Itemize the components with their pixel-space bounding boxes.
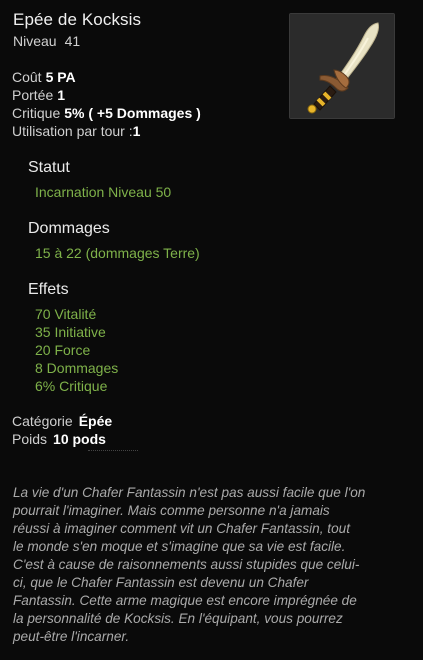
cost-value: 5 PA — [45, 69, 76, 85]
description-line: le monde s'en moque et s'imagine que sa … — [13, 539, 346, 554]
level-label: Niveau — [13, 33, 57, 49]
range-value: 1 — [57, 87, 66, 103]
status-item: Incarnation Niveau 50 — [35, 184, 172, 200]
category-row: Catégorie Épée — [12, 412, 112, 430]
item-tooltip-panel: Epée de Kocksis Niveau 41 Coût 5 PA Portée… — [0, 0, 423, 660]
description-line: C'est à cause de raisonnements aussi stu… — [13, 557, 360, 572]
level-value: 41 — [64, 33, 81, 49]
item-description: La vie d'un Chafer Fantassin n'est pas a… — [13, 484, 409, 646]
description-line: peut-être l'incarner. — [13, 629, 130, 644]
effects-list: 70 Vitalité 35 Initiative 20 Force 8 Dom… — [35, 305, 118, 395]
status-section-title: Statut — [28, 159, 70, 176]
weight-label: Poids — [12, 431, 48, 447]
category-label: Catégorie — [12, 413, 73, 429]
item-stats: Coût 5 PA Portée 1 Critique 5% ( +5 Dommage… — [12, 68, 201, 140]
stat-range: Portée 1 — [12, 86, 201, 104]
description-line: la personnalité de Kocksis. En l'équipan… — [13, 611, 343, 626]
item-level: Niveau 41 — [13, 33, 80, 49]
category-value: Épée — [78, 413, 113, 429]
weight-value: 10 pods — [53, 431, 106, 447]
item-image-frame — [289, 13, 395, 119]
range-label: Portée — [12, 87, 54, 103]
stat-uses-per-turn: Utilisation par tour :1 — [12, 122, 201, 140]
item-name: Epée de Kocksis — [13, 10, 142, 29]
effects-section-title: Effets — [28, 281, 69, 298]
stat-critical: Critique 5% ( +5 Dommages ) — [12, 104, 201, 122]
description-line: Fantassin. Cette arme magique est encore… — [13, 593, 357, 608]
effect-item: 35 Initiative — [35, 324, 106, 340]
critical-value: 5% ( +5 Dommages ) — [64, 105, 201, 121]
divider — [88, 450, 138, 453]
stat-cost: Coût 5 PA — [12, 68, 201, 86]
cost-label: Coût — [12, 69, 42, 85]
description-line: La vie d'un Chafer Fantassin n'est pas a… — [13, 485, 366, 500]
description-line: réussi à imaginer comment vit un Chafer … — [13, 521, 350, 536]
uses-label: Utilisation par tour : — [12, 123, 133, 139]
effect-item: 8 Dommages — [35, 360, 119, 376]
damage-item: 15 à 22 (dommages Terre) — [35, 245, 200, 261]
description-line: pourrait l'imaginer. Mais comme personne… — [13, 503, 330, 518]
sword-icon — [290, 14, 394, 118]
weight-row: Poids 10 pods — [12, 430, 112, 448]
effect-item: 6% Critique — [35, 378, 108, 394]
uses-value: 1 — [132, 123, 141, 139]
damage-section-title: Dommages — [28, 220, 110, 237]
critical-label: Critique — [12, 105, 61, 121]
description-line: ci, que le Chafer Fantassin est devenu u… — [13, 575, 309, 590]
item-meta: Catégorie Épée Poids 10 pods — [12, 412, 112, 448]
effect-item: 20 Force — [35, 342, 91, 358]
effect-item: 70 Vitalité — [35, 306, 97, 322]
